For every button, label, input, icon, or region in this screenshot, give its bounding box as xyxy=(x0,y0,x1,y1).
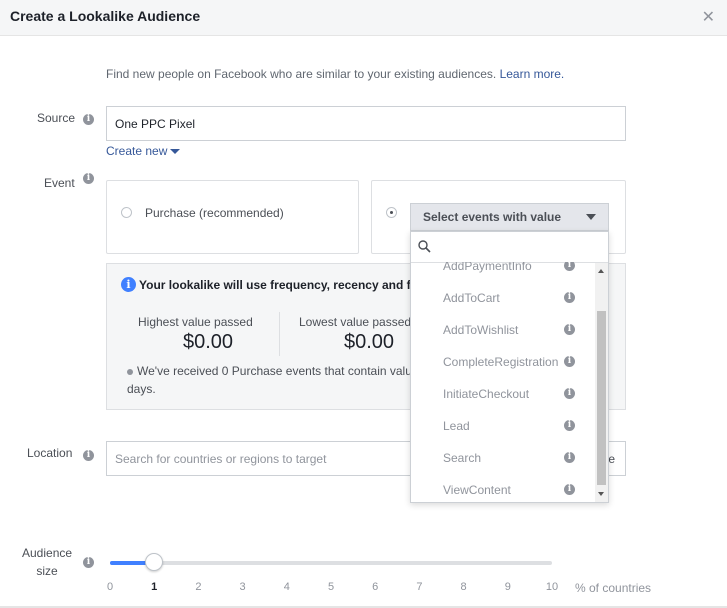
lowest-value-label: Lowest value passed xyxy=(299,315,412,329)
close-icon[interactable]: ✕ xyxy=(702,7,715,27)
info-icon[interactable]: i xyxy=(564,262,575,271)
event-option-label: CompleteRegistration xyxy=(443,355,559,369)
slider-tick: 2 xyxy=(195,581,202,593)
slider-tick: 10 xyxy=(545,581,559,593)
event-option-label: Lead xyxy=(443,419,470,433)
source-label: Source xyxy=(37,111,75,125)
chevron-down-icon xyxy=(586,214,596,220)
divider xyxy=(279,312,280,356)
location-label: Location xyxy=(27,446,72,460)
events-note: We've received 0 Purchase events that co… xyxy=(127,364,412,378)
info-icon[interactable]: i xyxy=(564,388,575,399)
info-icon[interactable]: i xyxy=(564,452,575,463)
audience-size-slider[interactable] xyxy=(110,553,552,571)
learn-more-link[interactable]: Learn more. xyxy=(500,67,565,81)
event-label-text: Event xyxy=(44,176,75,190)
info-icon[interactable]: i xyxy=(564,292,575,303)
slider-tick: 0 xyxy=(106,581,114,593)
event-option-purchase[interactable]: Purchase (recommended) xyxy=(106,180,359,254)
slider-thumb[interactable] xyxy=(145,553,164,571)
event-option-label: AddToCart xyxy=(443,291,500,305)
chevron-down-icon xyxy=(170,149,181,155)
event-option[interactable]: Search i xyxy=(411,448,594,470)
info-heading-text: Your lookalike will use frequency, recen… xyxy=(139,277,411,292)
lowest-value: $0.00 xyxy=(344,331,395,353)
slider-tick: 3 xyxy=(239,581,246,593)
bullet-icon xyxy=(127,368,133,375)
intro-description: Find new people on Facebook who are simi… xyxy=(106,67,497,81)
scroll-up-icon[interactable] xyxy=(598,269,604,273)
info-icon[interactable]: i xyxy=(564,484,575,495)
event-info-icon[interactable]: i xyxy=(83,173,94,184)
source-input[interactable]: One PPC Pixel xyxy=(106,106,626,141)
create-new-label: Create new xyxy=(106,144,168,158)
event-option-label: AddToWishlist xyxy=(443,323,519,337)
events-list: AddPaymentInfo i AddToCart i AddToWishlist i C… xyxy=(411,262,594,502)
dialog-title: Create a Lookalike Audience xyxy=(10,8,201,24)
event-option-label: AddPaymentInfo xyxy=(443,262,532,273)
events-note-line1: We've received 0 Purchase events that co… xyxy=(137,364,412,378)
scroll-down-icon[interactable] xyxy=(598,492,604,496)
slider-tick: 5 xyxy=(327,581,335,593)
event-option[interactable]: AddPaymentInfo i xyxy=(411,262,594,278)
event-option-label: InitiateCheckout xyxy=(443,387,530,401)
audience-size-label-1: Audience xyxy=(22,546,73,560)
audience-size-label: Audience size xyxy=(22,544,72,580)
source-label-text: Source xyxy=(37,111,76,125)
slider-tick: 9 xyxy=(504,581,511,593)
event-option[interactable]: InitiateCheckout i xyxy=(411,384,594,406)
highest-value-label: Highest value passed xyxy=(138,315,253,329)
slider-tick: 6 xyxy=(372,581,379,593)
info-icon[interactable]: i xyxy=(564,356,575,367)
scrollbar-thumb[interactable] xyxy=(597,311,606,485)
info-icon[interactable]: i xyxy=(564,324,575,335)
slider-tick: 1 xyxy=(151,581,158,593)
event-option[interactable]: ViewContent i xyxy=(411,480,594,502)
dropdown-scrollbar[interactable] xyxy=(595,263,608,502)
location-label-text: Location xyxy=(27,446,73,460)
event-option[interactable]: AddToWishlist i xyxy=(411,320,594,342)
source-info-icon[interactable]: i xyxy=(83,114,94,125)
intro-text: Find new people on Facebook who are simi… xyxy=(106,67,564,81)
purchase-radio[interactable] xyxy=(121,207,132,218)
event-option[interactable]: Lead i xyxy=(411,416,594,438)
slider-tick: 8 xyxy=(460,581,467,593)
info-heading: i Your lookalike will use frequency, rec… xyxy=(121,277,411,292)
percent-of-countries-label: % of countries xyxy=(575,581,652,595)
event-label: Event xyxy=(44,176,75,190)
dialog-header: Create a Lookalike Audience ✕ xyxy=(0,0,727,36)
create-new-link[interactable]: Create new xyxy=(106,144,181,158)
events-dropdown-menu: AddPaymentInfo i AddToCart i AddToWishlist i C… xyxy=(410,231,609,503)
custom-event-radio[interactable] xyxy=(386,207,397,218)
event-option-label: Search xyxy=(443,451,482,465)
search-icon xyxy=(418,240,431,253)
slider-tick: 7 xyxy=(416,581,423,593)
select-events-dropdown[interactable]: Select events with value xyxy=(410,203,609,231)
info-icon[interactable]: i xyxy=(564,420,575,431)
slider-tick: 4 xyxy=(283,581,290,593)
highest-value: $0.00 xyxy=(183,331,234,353)
info-icon: i xyxy=(121,277,136,292)
dropdown-search[interactable] xyxy=(411,232,608,263)
select-events-label: Select events with value xyxy=(423,210,562,224)
source-value: One PPC Pixel xyxy=(115,116,196,131)
location-info-icon[interactable]: i xyxy=(83,450,94,461)
purchase-label: Purchase (recommended) xyxy=(145,206,284,220)
audience-size-label-2: size xyxy=(36,564,58,578)
event-option[interactable]: CompleteRegistration i xyxy=(411,352,594,374)
event-option-label: ViewContent xyxy=(443,483,511,497)
audience-size-info-icon[interactable]: i xyxy=(83,557,94,568)
event-option[interactable]: AddToCart i xyxy=(411,288,594,310)
events-note-line2: days. xyxy=(127,382,156,396)
location-placeholder: Search for countries or regions to targe… xyxy=(115,451,327,466)
location-trailing-text: e xyxy=(608,451,615,466)
